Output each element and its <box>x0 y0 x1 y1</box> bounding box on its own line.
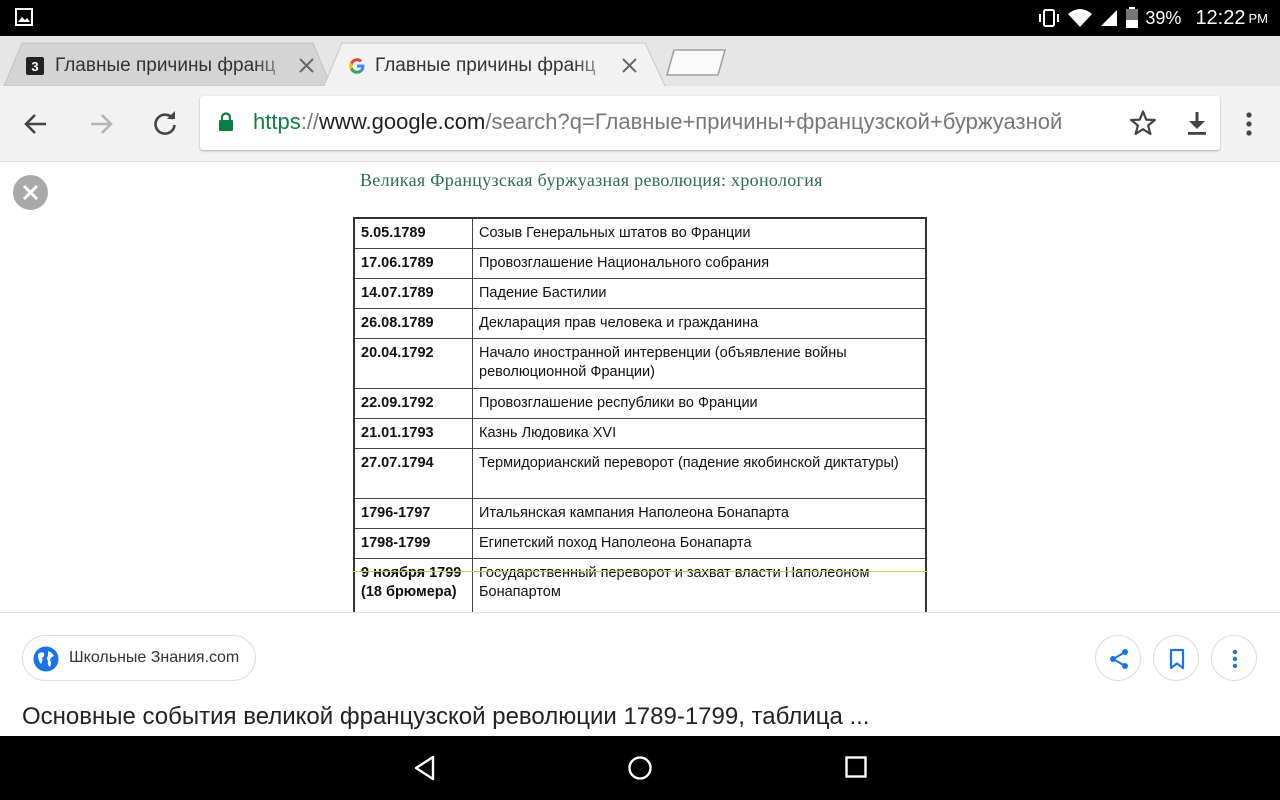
url-text[interactable]: https://www.google.com/search?q=Главные+… <box>253 109 1118 135</box>
close-preview-button[interactable] <box>13 175 48 210</box>
event-date: 9 ноября 1799 (18 брюмера) <box>353 558 473 612</box>
event-description: Термидорианский переворот (падение якоби… <box>472 448 927 499</box>
event-description: Созыв Генеральных штатов во Франции <box>472 217 927 249</box>
event-description: Провозглашение республики во Франции <box>472 388 927 419</box>
url-host: www.google.com <box>319 109 486 134</box>
event-date: 5.05.1789 <box>353 217 473 249</box>
event-description: Египетский поход Наполеона Бонапарта <box>472 528 927 559</box>
tab-strip: 3 Главные причины франц Главные причины … <box>0 36 1280 86</box>
image-heading: Великая Французская буржуазная революция… <box>360 170 823 190</box>
event-description: Провозглашение Национального собрания <box>472 248 927 279</box>
menu-icon[interactable] <box>1235 110 1263 138</box>
table-row: 1798-1799 Египетский поход Наполеона Бона… <box>353 528 927 559</box>
table-row: 14.07.1789 Падение Бастилии <box>353 278 927 309</box>
address-bar[interactable]: https://www.google.com/search?q=Главные+… <box>200 96 1220 150</box>
gallery-icon <box>15 8 33 26</box>
browser-toolbar: https://www.google.com/search?q=Главные+… <box>0 86 1280 162</box>
table-row: 17.06.1789 Провозглашение Национального с… <box>353 248 927 279</box>
tab-active[interactable]: Главные причины франц <box>322 42 667 86</box>
globe-icon <box>33 646 59 672</box>
url-separator: :// <box>300 109 320 134</box>
event-description: Государственный переворот и захват власт… <box>472 558 927 612</box>
share-icon <box>1110 649 1128 669</box>
event-date: 22.09.1792 <box>353 388 473 419</box>
nav-home-icon[interactable] <box>627 755 653 781</box>
event-description: Падение Бастилии <box>472 278 927 309</box>
event-date: 27.07.1794 <box>353 448 473 499</box>
reload-icon[interactable] <box>151 110 179 138</box>
event-description: Казнь Людовика XVI <box>472 418 927 449</box>
table-row: 27.07.1794 Термидорианский переворот (пад… <box>353 448 927 499</box>
event-description: Итальянская кампания Наполеона Бонапарта <box>472 498 927 529</box>
url-scheme: https <box>253 109 301 134</box>
source-site: Школьные Знания.com <box>69 649 240 666</box>
vibrate-icon <box>1039 9 1060 27</box>
event-date: 1798-1799 <box>353 528 473 559</box>
download-icon[interactable] <box>1183 109 1211 137</box>
event-description: Декларация прав человека и гражданина <box>472 308 927 339</box>
event-date: 26.08.1789 <box>353 308 473 339</box>
new-tab-button[interactable] <box>664 48 728 76</box>
event-date: 17.06.1789 <box>353 248 473 279</box>
more-vert-icon <box>1232 649 1238 669</box>
android-nav-bar <box>0 736 1280 800</box>
nav-recents-icon[interactable] <box>844 755 868 779</box>
event-date: 20.04.1792 <box>353 338 473 389</box>
table-row: 26.08.1789 Декларация прав человека и гра… <box>353 308 927 339</box>
tab-inactive[interactable]: 3 Главные причины франц <box>0 42 335 86</box>
battery-percent: 39% <box>1145 7 1182 28</box>
lock-icon <box>219 112 233 131</box>
table-row: 22.09.1792 Провозглашение республики во Ф… <box>353 388 927 419</box>
table-row: 1796-1797 Итальянская кампания Наполеона … <box>353 498 927 529</box>
scan-line <box>353 571 927 572</box>
table-row: 21.01.1793 Казнь Людовика XVI <box>353 418 927 449</box>
nav-back-icon[interactable] <box>412 755 438 781</box>
event-date: 21.01.1793 <box>353 418 473 449</box>
status-bar: 39% 12:22 PM <box>0 0 1280 36</box>
table-row: 20.04.1792 Начало иностранной интервенции… <box>353 338 927 389</box>
result-title-link[interactable]: Основные события великой французской рев… <box>22 703 869 731</box>
battery-icon <box>1126 7 1139 28</box>
tab-close-icon[interactable] <box>298 57 315 74</box>
url-path: /search?q=Главные+причины+французской+бу… <box>485 109 1063 134</box>
table-row: 9 ноября 1799 (18 брюмера) Государственны… <box>353 558 927 612</box>
clock-ampm: PM <box>1248 10 1269 26</box>
google-favicon <box>349 58 365 74</box>
source-chip[interactable]: Школьные Знания.com <box>22 635 256 681</box>
share-button[interactable] <box>1095 635 1141 681</box>
wifi-icon <box>1068 9 1093 27</box>
image-preview[interactable]: Великая Французская буржуазная революция… <box>0 162 1280 612</box>
event-date: 14.07.1789 <box>353 278 473 309</box>
chronology-table: 5.05.1789 Созыв Генеральных штатов во Фра… <box>353 217 927 612</box>
table-row: 5.05.1789 Созыв Генеральных штатов во Фра… <box>353 217 927 249</box>
event-date: 1796-1797 <box>353 498 473 529</box>
save-button[interactable] <box>1153 635 1199 681</box>
back-icon[interactable] <box>22 110 50 138</box>
bookmark-icon <box>1169 648 1185 670</box>
znanija-favicon: 3 <box>26 57 44 75</box>
forward-icon[interactable] <box>87 110 115 138</box>
signal-icon <box>1101 10 1118 26</box>
image-info-panel: Школьные Знания.com Основные события вел… <box>0 612 1280 737</box>
clock: 12:22 <box>1195 6 1246 29</box>
event-description: Начало иностранной интервенции (объявлен… <box>472 338 927 389</box>
tab-close-icon[interactable] <box>621 57 638 74</box>
more-options-button[interactable] <box>1211 635 1257 681</box>
close-icon <box>22 184 39 201</box>
star-icon[interactable] <box>1129 109 1157 137</box>
svg-text:3: 3 <box>31 59 38 74</box>
